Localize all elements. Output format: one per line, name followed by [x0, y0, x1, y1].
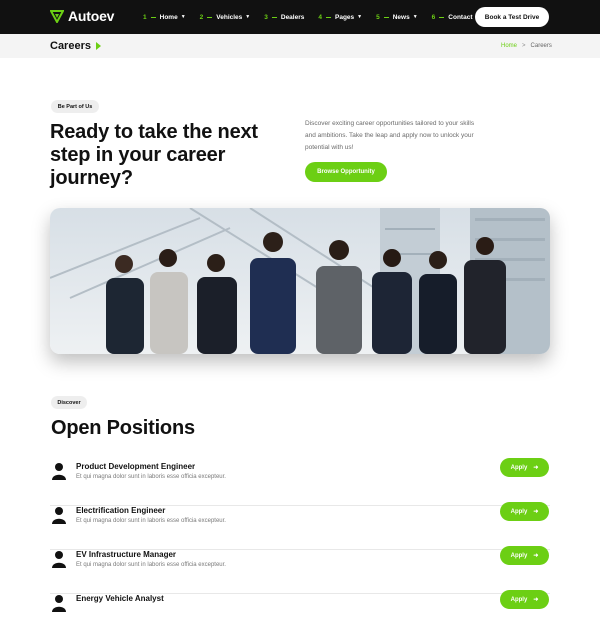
breadcrumb-current: Careers [530, 43, 552, 49]
page-title: Careers [50, 40, 91, 52]
hero-heading: Ready to take the next step in your care… [50, 121, 258, 189]
user-icon [52, 595, 66, 612]
apply-button[interactable]: Apply ➜ [500, 458, 549, 477]
chevron-down-icon: ▼ [180, 14, 186, 20]
job-title: EV Infrastructure Manager [76, 550, 177, 559]
arrow-right-icon [96, 42, 101, 50]
job-title: Energy Vehicle Analyst [76, 594, 164, 603]
nav-item-number: 2 [199, 13, 204, 21]
nav-item-label: Home [159, 13, 178, 21]
nav-item-label: Dealers [280, 13, 305, 21]
job-row: EV Infrastructure Manager Et qui magna d… [50, 546, 550, 594]
nav-dash [207, 16, 213, 18]
arrow-right-icon: ➜ [533, 509, 539, 515]
apply-label: Apply [510, 508, 528, 515]
team-photo [50, 208, 550, 354]
nav-item-label: Contact [448, 13, 473, 21]
book-test-drive-button[interactable]: Book a Test Drive [475, 7, 549, 27]
nav-item-label: Pages [335, 13, 355, 21]
job-description: Et qui magna dolor sunt in laboris esse … [76, 474, 226, 480]
top-navbar: Autoev 1 Home ▼ 2 Vehicles ▼ 3 Dealers 4… [0, 0, 600, 34]
apply-button[interactable]: Apply ➜ [500, 502, 549, 521]
nav-item-dealers[interactable]: 3 Dealers [264, 14, 304, 21]
user-icon [52, 551, 66, 568]
job-description: Et qui magna dolor sunt in laboris esse … [76, 518, 226, 524]
breadcrumb-separator: > [522, 43, 526, 49]
team-photo-illustration [50, 208, 550, 354]
job-row: Product Development Engineer Et qui magn… [50, 458, 550, 506]
nav-dash [150, 16, 156, 18]
apply-label: Apply [510, 552, 528, 559]
nav-item-label: Vehicles [216, 13, 243, 21]
main-menu: 1 Home ▼ 2 Vehicles ▼ 3 Dealers 4 Pages … [143, 0, 487, 34]
nav-dash [383, 16, 389, 18]
user-icon [52, 463, 66, 480]
nav-item-vehicles[interactable]: 2 Vehicles ▼ [200, 14, 251, 21]
user-icon [52, 507, 66, 524]
nav-item-label: News [392, 13, 410, 21]
job-description: Et qui magna dolor sunt in laboris esse … [76, 562, 226, 568]
logo-icon [50, 10, 64, 23]
nav-item-home[interactable]: 1 Home ▼ [143, 14, 186, 21]
discover-badge: Discover [51, 396, 87, 409]
job-row: Energy Vehicle Analyst Apply ➜ [50, 590, 550, 638]
chevron-down-icon: ▼ [245, 14, 251, 20]
arrow-right-icon: ➜ [533, 465, 539, 471]
chevron-down-icon: ▼ [412, 14, 418, 20]
nav-dash [271, 16, 277, 18]
browse-opportunity-button[interactable]: Browse Opportunity [305, 162, 387, 182]
section-title: Open Positions [51, 417, 195, 439]
nav-item-number: 5 [376, 13, 380, 21]
nav-item-number: 1 [143, 13, 147, 21]
nav-dash [439, 16, 445, 18]
arrow-right-icon: ➜ [533, 553, 539, 559]
nav-item-number: 3 [264, 13, 268, 21]
nav-item-news[interactable]: 5 News ▼ [376, 14, 418, 21]
nav-dash [326, 16, 331, 18]
hero-badge: Be Part of Us [51, 100, 99, 113]
job-row: Electrification Engineer Et qui magna do… [50, 502, 550, 550]
breadcrumb-home-link[interactable]: Home [501, 43, 517, 49]
nav-item-pages[interactable]: 4 Pages ▼ [318, 14, 362, 21]
logo-text: Autoev [68, 8, 115, 24]
hero-description: Discover exciting career opportunities t… [305, 120, 475, 151]
nav-item-number: 6 [431, 13, 436, 21]
job-title: Product Development Engineer [76, 462, 196, 471]
logo[interactable]: Autoev [50, 8, 114, 24]
apply-button[interactable]: Apply ➜ [500, 546, 549, 565]
chevron-down-icon: ▼ [357, 14, 363, 20]
breadcrumb: Home > Careers [501, 43, 552, 49]
nav-item-contact[interactable]: 6 Contact [432, 14, 473, 21]
nav-item-number: 4 [318, 13, 322, 21]
apply-label: Apply [510, 464, 528, 471]
job-title: Electrification Engineer [76, 506, 166, 515]
